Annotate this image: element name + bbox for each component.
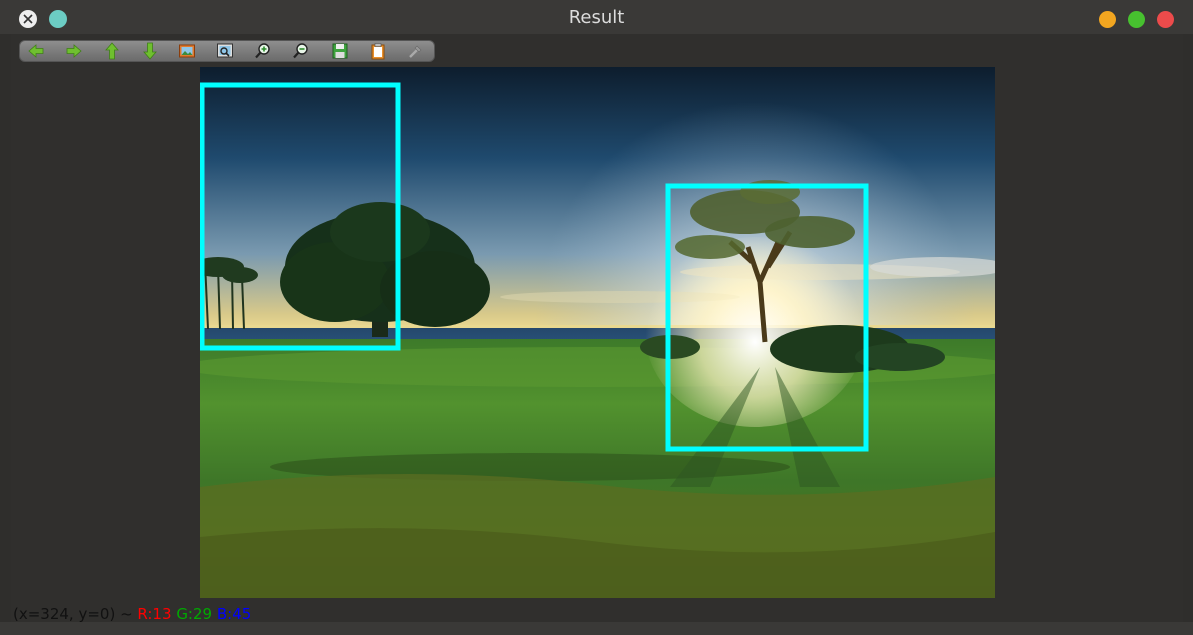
window-title: Result [568,7,625,28]
coords-text: (x=324, y=0) ~ [13,605,138,623]
minimize-button[interactable] [1099,11,1116,28]
clipboard-icon[interactable] [369,42,387,60]
green-value: G:29 [176,605,213,623]
arrow-down-icon[interactable] [141,42,159,60]
pixel-info-status: (x=324, y=0) ~ R:13 G:29 B:45 [13,605,251,623]
properties-icon[interactable] [407,42,425,60]
result-image[interactable] [200,67,995,598]
title-bar: Result [0,0,1193,34]
save-icon[interactable] [331,42,349,60]
maximize-button[interactable] [1128,11,1145,28]
zoom-in-icon[interactable] [254,42,272,60]
zoom-out-icon[interactable] [292,42,310,60]
arrow-up-icon[interactable] [103,42,121,60]
arrow-right-icon[interactable] [65,42,83,60]
window-bottom-border [0,622,1193,635]
blue-value: B:45 [216,605,252,623]
toolbar [19,40,435,62]
close-button[interactable] [1157,11,1174,28]
red-value: R:13 [137,605,172,623]
image-icon[interactable] [178,42,196,60]
landscape-image [200,67,995,598]
zoom-fit-icon[interactable] [216,42,234,60]
arrow-left-icon[interactable] [27,42,45,60]
